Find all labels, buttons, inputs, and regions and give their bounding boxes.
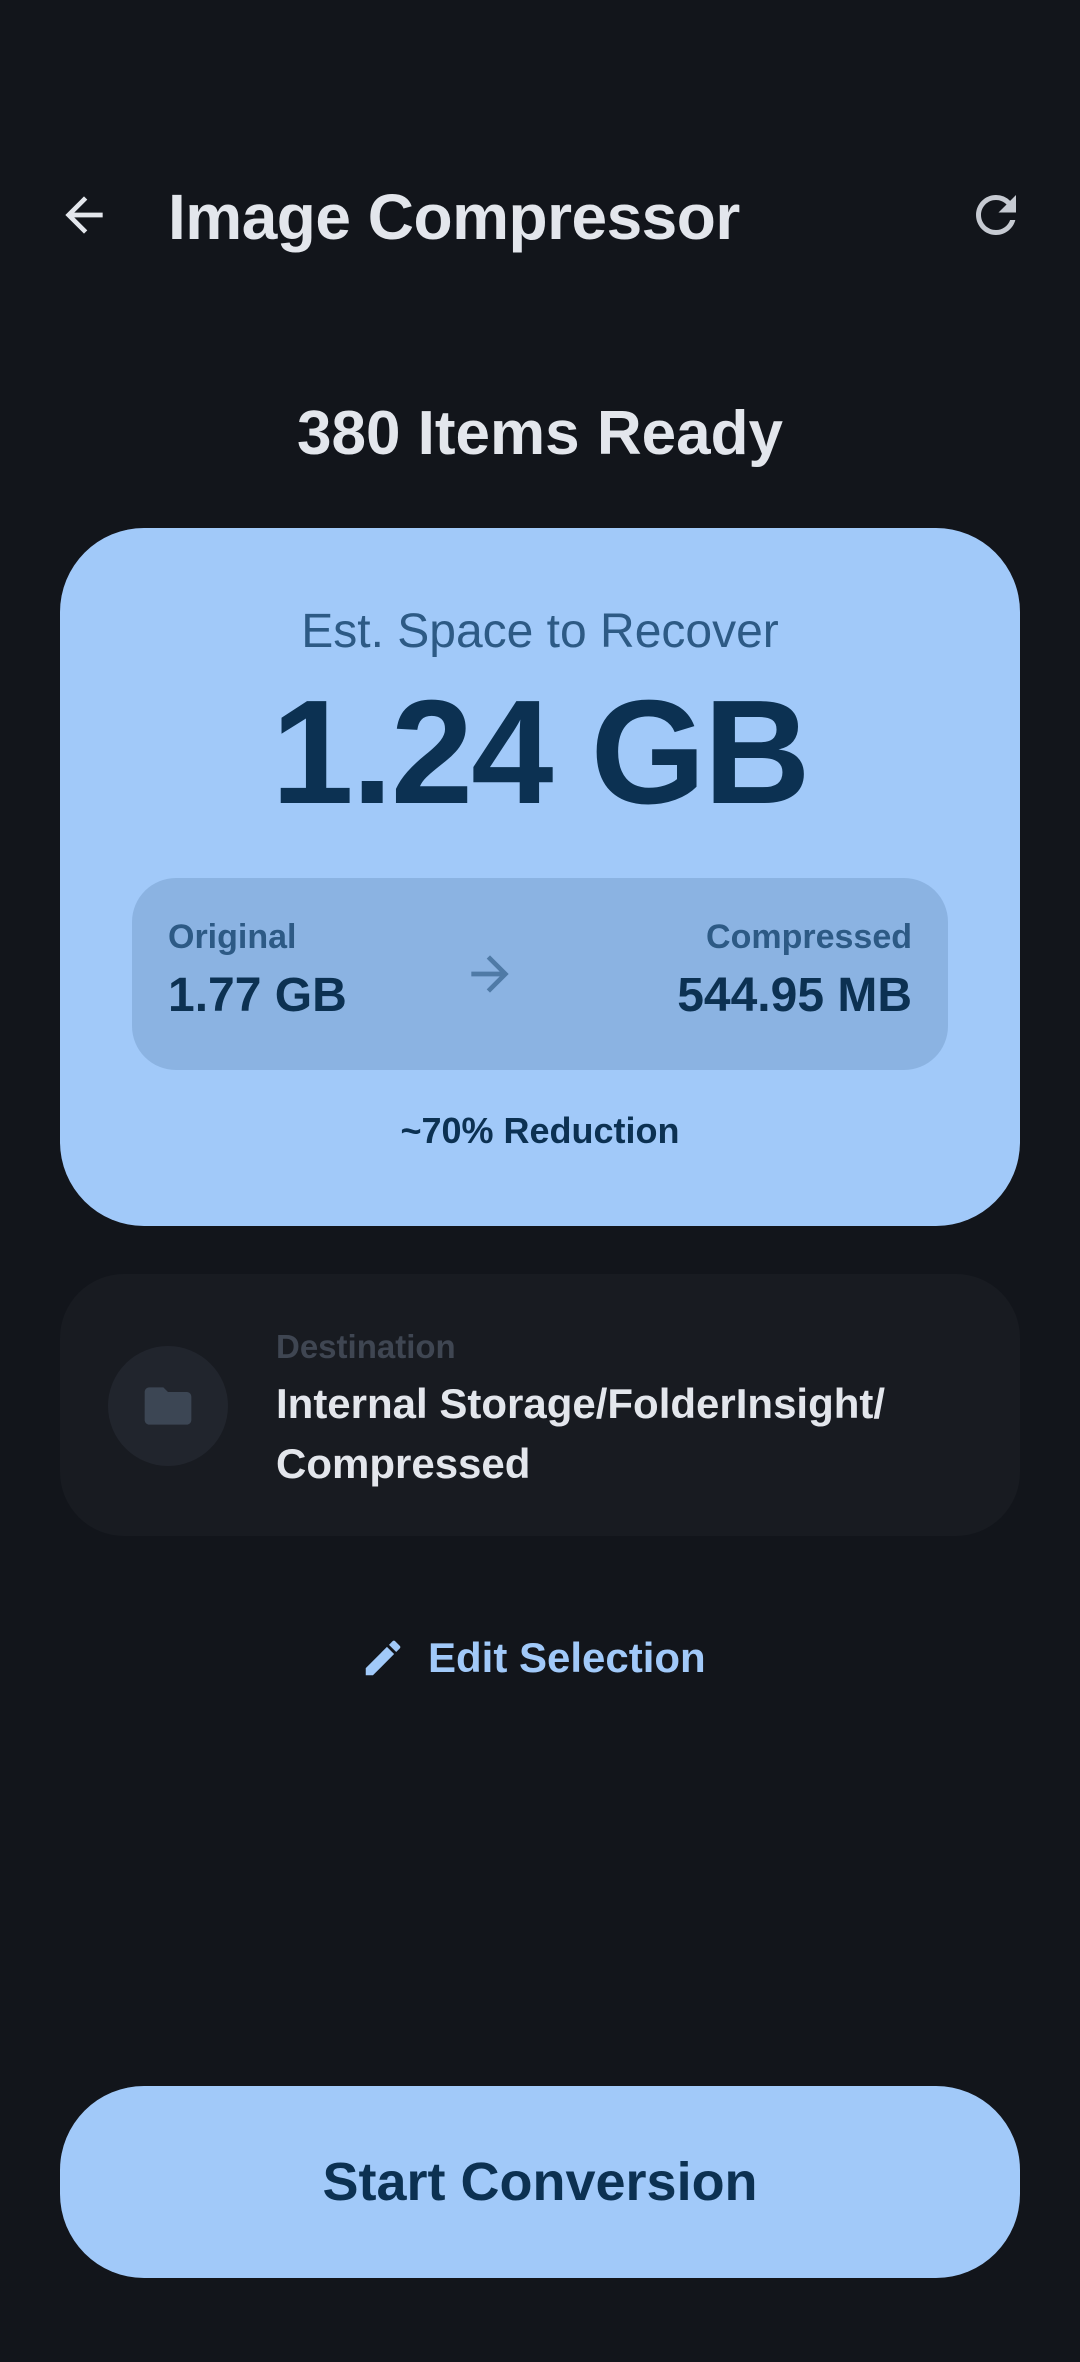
original-label: Original: [168, 918, 297, 956]
reduction-text: ~70% Reduction: [400, 1110, 680, 1151]
edit-selection-button[interactable]: Edit Selection: [360, 1622, 730, 1694]
summary-card: Est. Space to Recover 1.24 GB Original 1…: [60, 528, 1020, 1226]
items-ready-heading: 380 Items Ready: [297, 399, 783, 468]
folder-icon: [144, 1387, 192, 1425]
destination-label: Destination: [276, 1328, 456, 1365]
compressed-label: Compressed: [706, 918, 912, 956]
destination-card[interactable]: Destination Internal Storage/FolderInsig…: [60, 1274, 1020, 1536]
arrow-back-icon: [65, 196, 103, 234]
start-conversion-label: Start Conversion: [322, 2152, 758, 2212]
arrow-right-icon: [471, 955, 509, 993]
size-comparison: Original 1.77 GB Compressed 544.95 MB: [132, 878, 948, 1070]
start-conversion-button[interactable]: Start Conversion: [60, 2086, 1020, 2278]
original-value: 1.77 GB: [168, 969, 347, 1022]
back-button[interactable]: [36, 167, 132, 263]
page-title: Image Compressor: [168, 181, 740, 253]
refresh-button[interactable]: [948, 167, 1044, 263]
app-bar: Image Compressor: [0, 150, 1080, 280]
est-space-label: Est. Space to Recover: [301, 605, 779, 658]
pencil-icon: [365, 1640, 401, 1676]
refresh-icon: [976, 195, 1016, 235]
est-space-value: 1.24 GB: [271, 670, 810, 835]
compressed-value: 544.95 MB: [677, 969, 912, 1022]
folder-avatar: [108, 1346, 228, 1466]
destination-path: Internal Storage/FolderInsight/ Compress…: [276, 1380, 886, 1487]
edit-selection-label: Edit Selection: [428, 1634, 706, 1681]
